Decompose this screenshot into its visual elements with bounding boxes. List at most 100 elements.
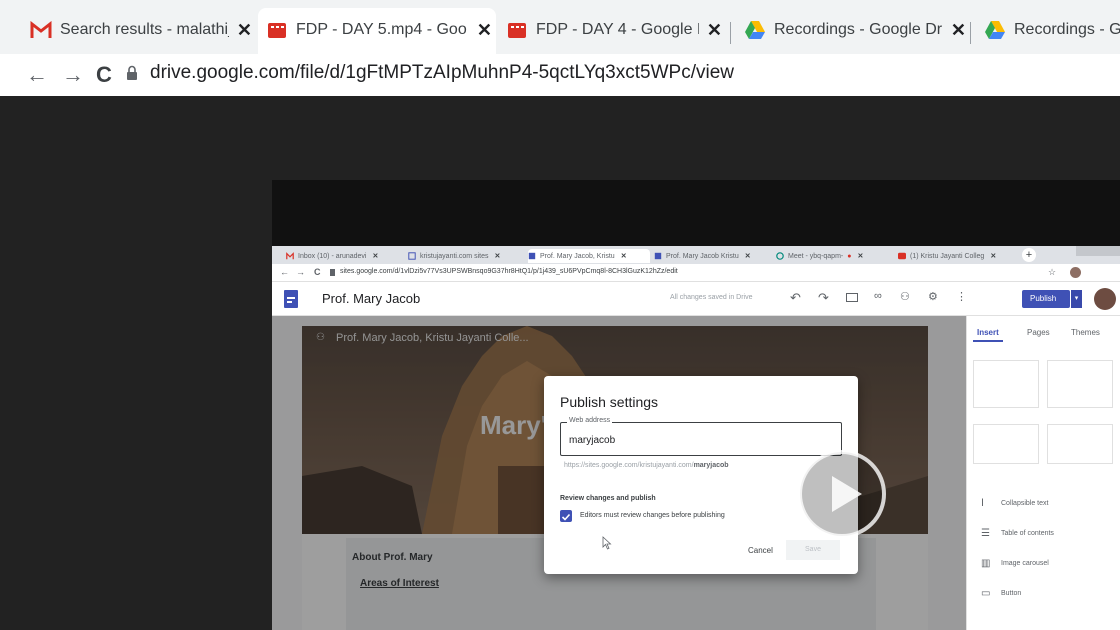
dialog-title: Publish settings: [560, 394, 659, 410]
tab-title: FDP - DAY 4 - Google D: [536, 21, 699, 38]
settings-icon: ⚙: [928, 291, 938, 303]
publish-button: Publish: [1022, 290, 1070, 308]
new-tab-icon: +: [1022, 248, 1036, 262]
save-status: All changes saved in Drive: [670, 294, 753, 301]
lock-icon[interactable]: [126, 65, 138, 81]
gmail-icon: [286, 252, 294, 260]
forward-icon: →: [296, 267, 305, 277]
web-address-value: maryjacob: [569, 435, 616, 446]
redo-icon: ↷: [818, 290, 829, 305]
side-item-button: Button: [1001, 590, 1022, 597]
back-icon: ←: [280, 267, 289, 277]
recording-dot-icon: ●: [847, 252, 852, 260]
inner-tab-mary-jacob-2: Prof. Mary Jacob Kristu ✕: [654, 249, 772, 263]
save-button: Save: [786, 540, 840, 560]
browser-tab-recordings-2[interactable]: Recordings - Goo: [984, 12, 1120, 48]
inner-url: sites.google.com/d/1vlDzi5v77Vs3UPSWBnsq…: [340, 268, 678, 275]
inner-address-row: ← → C sites.google.com/d/1vlDzi5v77Vs3UP…: [272, 264, 1120, 282]
insert-side-panel: Insert Pages Themes Ⅰ Collapsible text ☰…: [966, 316, 1120, 630]
tab-title: Search results - malathi_: [60, 21, 229, 38]
inner-tab-title: Meet - ybq-qapm-: [788, 252, 844, 260]
editor-top-bar: Prof. Mary Jacob All changes saved in Dr…: [272, 282, 1120, 316]
close-icon: ✕: [372, 253, 379, 260]
star-icon: ☆: [1048, 267, 1057, 277]
sites-logo-icon: [284, 290, 298, 308]
video-frame[interactable]: Inbox (10) - arunadevi ✕ kristujayanti.co…: [272, 180, 1120, 630]
share-icon: ⚇: [900, 291, 910, 303]
checkmark-icon: [561, 513, 571, 521]
inner-tab-sites-list: kristujayanti.com sites ✕: [408, 249, 526, 263]
close-icon: ✕: [620, 253, 627, 260]
browser-tab-gmail[interactable]: Search results - malathi_ ✕: [30, 12, 252, 48]
site-title: Prof. Mary Jacob: [322, 291, 421, 306]
tab-title: Recordings - Google Dri: [774, 21, 943, 38]
preview-icon: [846, 293, 858, 302]
close-icon: ✕: [494, 253, 501, 260]
reload-icon: C: [314, 267, 321, 277]
drive-icon: [744, 19, 766, 41]
sites-icon: [528, 252, 536, 260]
tab-title: Recordings - Goo: [1014, 21, 1120, 38]
inner-tab-inbox: Inbox (10) - arunadevi ✕: [286, 249, 404, 263]
video-file-icon: [266, 19, 288, 41]
tab-separator: [730, 22, 731, 44]
side-tab-insert: Insert: [977, 328, 999, 337]
web-address-label: Web address: [567, 417, 613, 424]
inner-tab-meet: Meet - ybq-qapm- ● ✕: [776, 249, 894, 263]
inner-tab-strip: Inbox (10) - arunadevi ✕ kristujayanti.co…: [272, 246, 1120, 264]
side-item-collapsible-text: Collapsible text: [1001, 500, 1049, 507]
close-icon[interactable]: ✕: [707, 20, 722, 41]
back-button[interactable]: ←: [26, 62, 48, 88]
reload-button[interactable]: C: [96, 62, 112, 88]
mouse-cursor-icon: [602, 536, 612, 550]
undo-icon: ↶: [790, 290, 801, 305]
browser-tab-fdp-day4[interactable]: FDP - DAY 4 - Google D ✕: [506, 12, 722, 48]
close-icon[interactable]: ✕: [477, 20, 492, 41]
review-checkbox: [560, 510, 572, 522]
layout-thumbnail: [973, 424, 1039, 464]
recorded-screen: Inbox (10) - arunadevi ✕ kristujayanti.co…: [272, 246, 1120, 630]
layout-thumbnail: [973, 360, 1039, 408]
checkbox-label: Editors must review changes before publi…: [580, 512, 725, 519]
video-file-icon: [506, 19, 528, 41]
publish-dropdown-icon: ▾: [1071, 290, 1082, 308]
button-block-icon: ▭: [981, 588, 991, 599]
sites-icon: [408, 252, 416, 260]
more-icon: ⋮: [956, 291, 967, 303]
browser-tab-fdp-day5[interactable]: FDP - DAY 5.mp4 - Goo ✕: [266, 12, 492, 48]
layout-thumbnail: [1047, 360, 1113, 408]
browser-tab-recordings-1[interactable]: Recordings - Google Dri ✕: [744, 12, 966, 48]
forward-button[interactable]: →: [62, 62, 84, 88]
close-icon: ✕: [744, 253, 751, 260]
layout-thumbnail: [1047, 424, 1113, 464]
tab-separator: [970, 22, 971, 44]
full-url-preview: https://sites.google.com/kristujayanti.c…: [564, 462, 729, 469]
user-avatar: [1094, 288, 1116, 310]
inner-tab-title: Inbox (10) - arunadevi: [298, 252, 367, 260]
inner-tab-youtube: (1) Kristu Jayanti Colleg ✕: [898, 249, 1016, 263]
sites-editor: Prof. Mary Jacob All changes saved in Dr…: [272, 282, 1120, 630]
address-bar[interactable]: drive.google.com/file/d/1gFtMPTzAIpMuhnP…: [150, 62, 734, 84]
tab-title: FDP - DAY 5.mp4 - Goo: [296, 21, 467, 38]
sites-icon: [654, 252, 662, 260]
close-icon: ✕: [857, 253, 864, 260]
play-icon[interactable]: [796, 448, 888, 540]
inner-tab-mary-jacob-active: Prof. Mary Jacob, Kristu ✕: [528, 249, 650, 263]
url-suffix: maryjacob: [693, 462, 729, 469]
window-controls: [1076, 246, 1120, 256]
youtube-icon: [898, 252, 906, 260]
url-prefix: https://sites.google.com/kristujayanti.c…: [564, 462, 694, 469]
close-icon[interactable]: ✕: [951, 20, 966, 41]
side-item-image-carousel: Image carousel: [1001, 560, 1049, 567]
lock-icon: [330, 269, 335, 276]
inner-tab-title: kristujayanti.com sites: [420, 252, 489, 260]
toc-icon: ☰: [981, 528, 990, 539]
gmail-icon: [30, 19, 52, 41]
carousel-icon: ▥: [981, 558, 991, 569]
side-tab-pages: Pages: [1027, 328, 1050, 337]
side-item-table-of-contents: Table of contents: [1001, 530, 1054, 537]
close-icon[interactable]: ✕: [237, 20, 252, 41]
meet-icon: [776, 252, 784, 260]
inner-tab-title: Prof. Mary Jacob Kristu: [666, 252, 739, 260]
link-icon: ∞: [874, 290, 882, 302]
